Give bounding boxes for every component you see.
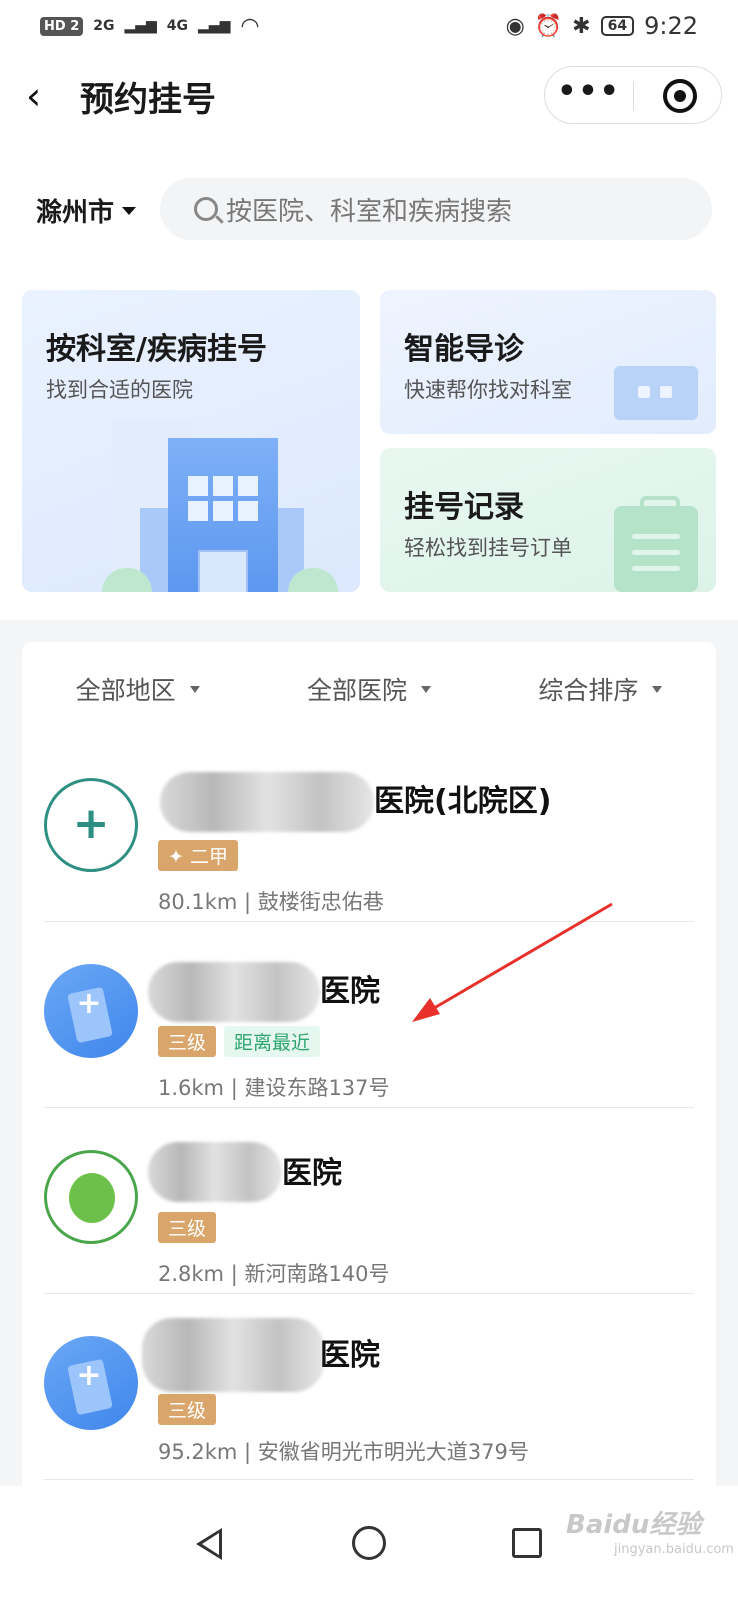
system-navigation-bar: Baidu经验 jingyan.baidu.com bbox=[0, 1486, 738, 1600]
nav-home-icon[interactable] bbox=[352, 1526, 386, 1560]
nav-back-icon[interactable] bbox=[196, 1528, 222, 1560]
baidu-watermark: Baidu经验 bbox=[566, 1510, 702, 1540]
nav-recent-apps-icon[interactable] bbox=[512, 1528, 542, 1558]
annotation-arrow bbox=[412, 902, 613, 1022]
watermark-url: jingyan.baidu.com bbox=[614, 1542, 734, 1557]
